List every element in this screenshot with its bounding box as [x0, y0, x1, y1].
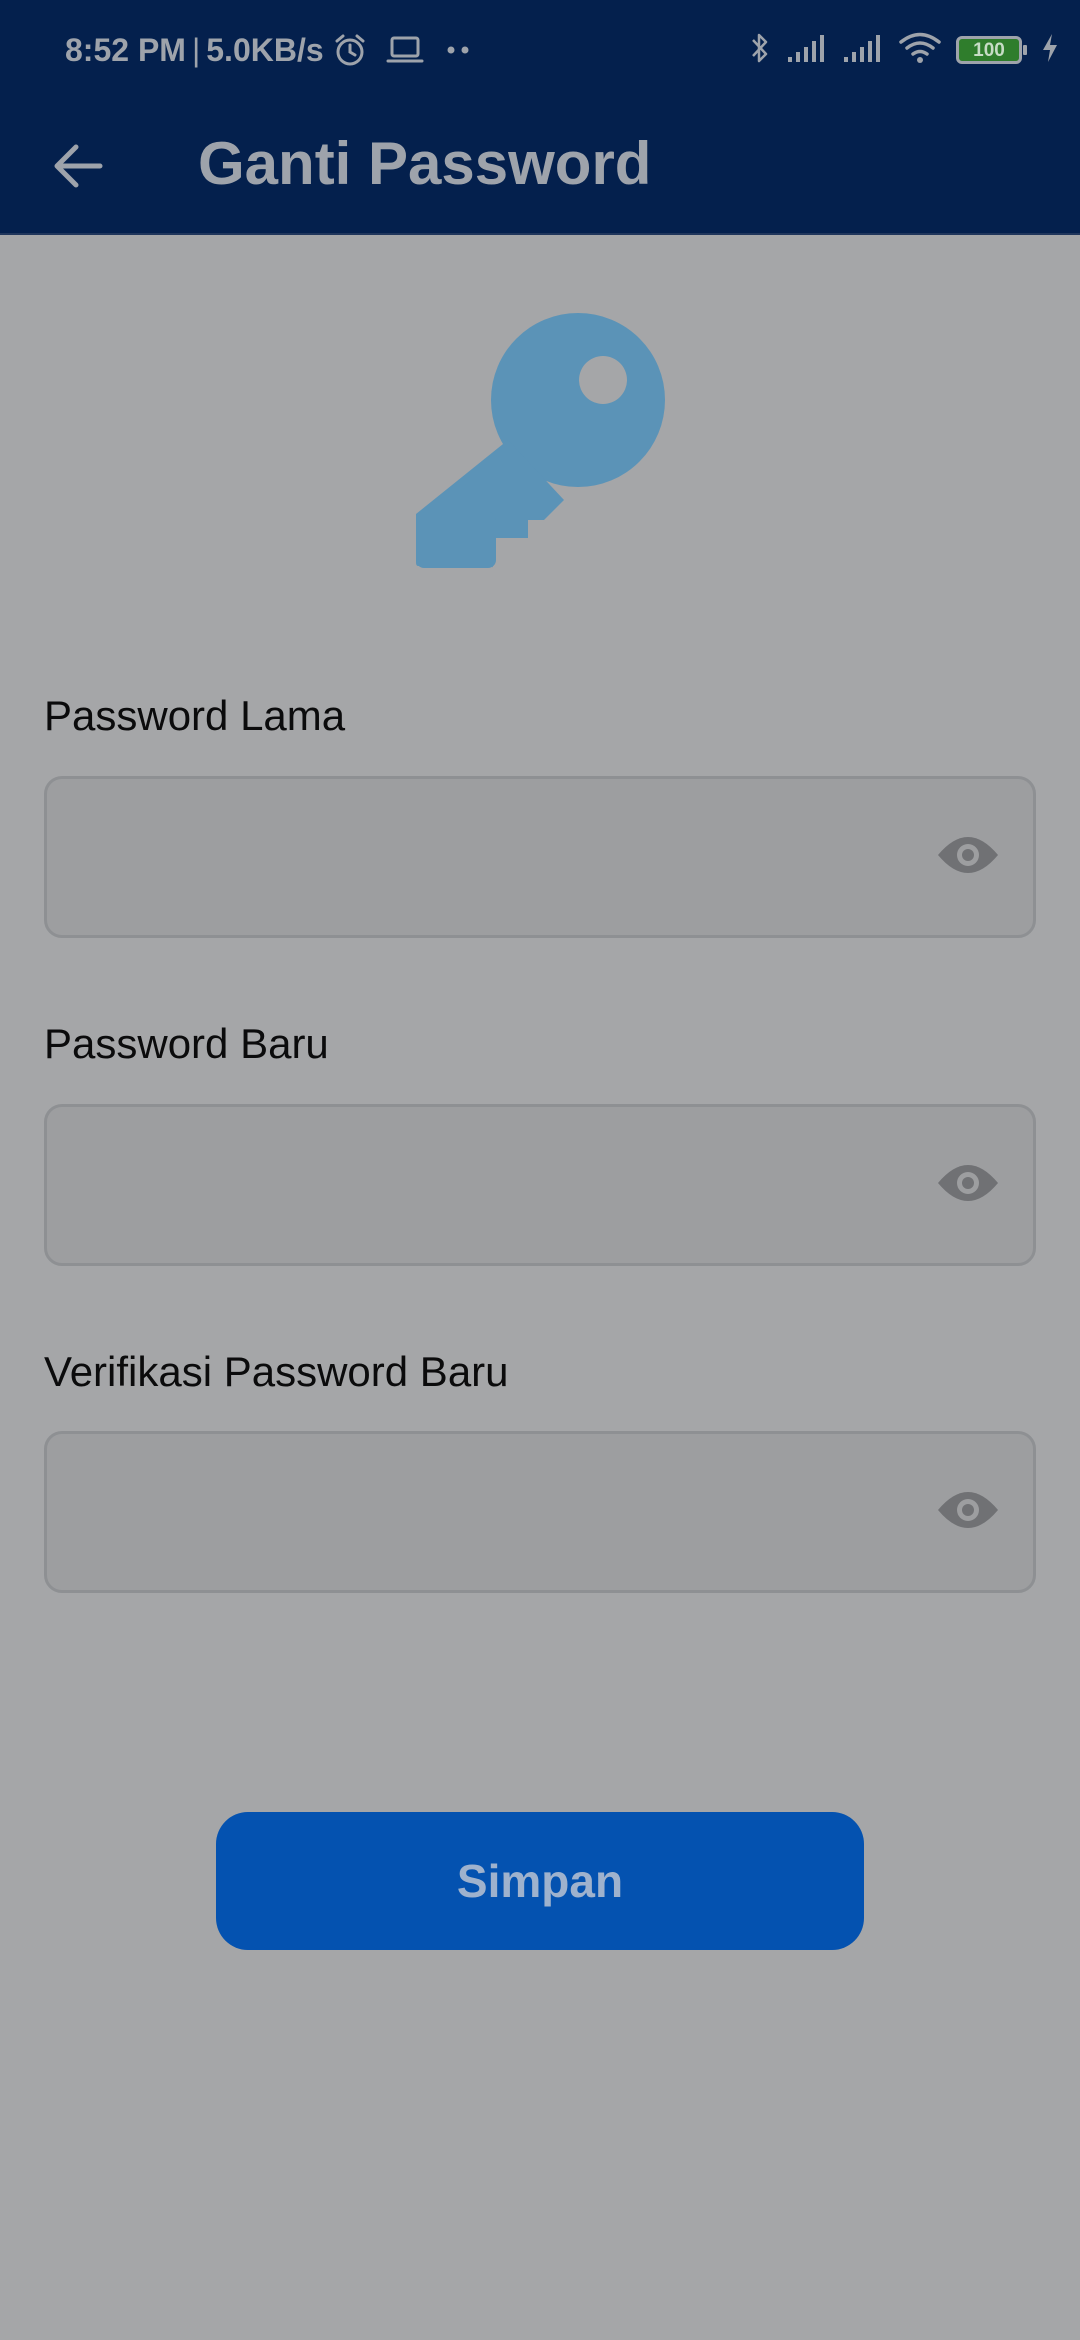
battery-level: 100 — [973, 39, 1005, 61]
eye-icon — [936, 1488, 1000, 1537]
network-speed: 5.0KB/s — [206, 31, 324, 68]
status-separator: | — [191, 31, 201, 68]
toggle-visibility-old-password[interactable] — [933, 822, 1003, 892]
laptop-icon — [386, 34, 424, 66]
page-title: Ganti Password — [198, 130, 652, 197]
new-password-field[interactable] — [77, 1107, 937, 1263]
wifi-icon — [898, 31, 942, 70]
status-bar: 8:52 PM | 5.0KB/s 100 — [0, 0, 1080, 100]
back-button[interactable] — [40, 130, 116, 206]
key-icon — [408, 312, 672, 572]
status-bar-left: 8:52 PM | 5.0KB/s — [65, 28, 472, 72]
top-app-bar: 8:52 PM | 5.0KB/s 100 Ganti Password — [0, 0, 1080, 235]
save-button[interactable]: Simpan — [216, 1812, 864, 1950]
signal-icon — [842, 33, 884, 68]
field-label-new-password: Password Baru — [44, 1020, 329, 1067]
verify-password-field[interactable] — [77, 1434, 937, 1590]
alarm-icon — [332, 32, 368, 68]
signal-icon — [786, 33, 828, 68]
verify-password-field-container — [44, 1431, 1036, 1593]
battery-icon: 100 — [956, 36, 1027, 64]
field-label-old-password: Password Lama — [44, 692, 346, 739]
app-header: Ganti Password — [0, 110, 1080, 210]
bluetooth-icon — [748, 30, 772, 71]
status-bar-right: 100 — [748, 28, 1060, 72]
status-time: 8:52 PM — [65, 31, 186, 68]
arrow-left-icon — [52, 143, 104, 194]
eye-icon — [936, 1161, 1000, 1210]
toggle-visibility-verify-password[interactable] — [933, 1477, 1003, 1547]
more-dots-icon — [446, 45, 472, 55]
charging-icon — [1040, 32, 1060, 69]
toggle-visibility-new-password[interactable] — [933, 1150, 1003, 1220]
eye-icon — [936, 833, 1000, 882]
field-label-verify-password: Verifikasi Password Baru — [44, 1348, 509, 1395]
old-password-field-container — [44, 776, 1036, 938]
old-password-field[interactable] — [77, 779, 937, 935]
new-password-field-container — [44, 1104, 1036, 1266]
